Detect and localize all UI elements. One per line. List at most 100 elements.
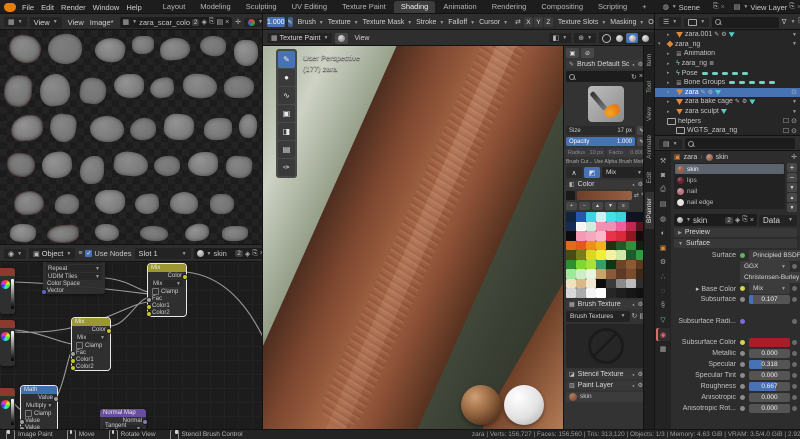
palette-color-swatch[interactable] xyxy=(596,250,606,260)
paint-mask-icon[interactable] xyxy=(335,33,348,44)
menu-edit[interactable]: Edit xyxy=(38,2,57,13)
sidebar-tab-tool[interactable]: Tool xyxy=(645,75,654,99)
tool-mask[interactable]: ▤ xyxy=(278,141,295,158)
brush-strength-slider[interactable]: 1.000 xyxy=(267,17,285,27)
exclude-checkbox[interactable]: ☐ xyxy=(783,127,789,135)
palette-color-swatch[interactable] xyxy=(626,279,636,289)
new-material-icon[interactable]: ⎘ xyxy=(742,216,748,224)
surface-panel-header[interactable]: ▼Surface xyxy=(674,239,797,248)
brush-size-slider[interactable]: Size17 px xyxy=(566,126,635,135)
sort-palette-button[interactable]: ≡ xyxy=(618,202,629,210)
matcap-sphere-brown[interactable] xyxy=(461,385,501,425)
paint-menu-texture[interactable]: Texture ▼ xyxy=(326,18,361,27)
properties-tab-object-data[interactable]: ▽ xyxy=(656,314,670,327)
tool-clone[interactable]: ▣ xyxy=(278,105,295,122)
palette-color-swatch[interactable] xyxy=(596,279,606,289)
expand-arrow-icon[interactable]: ▸ xyxy=(667,109,674,115)
fake-user-icon[interactable]: ◈ xyxy=(201,18,206,26)
panel-menu-texture-slots[interactable]: Texture Slots ▼ xyxy=(556,18,608,27)
workspace-tab-scripting[interactable]: Scripting xyxy=(591,1,634,13)
clear-icon[interactable]: × xyxy=(639,73,643,80)
palette-color-swatch[interactable] xyxy=(606,288,616,298)
brush-texture-panel-header[interactable]: ▦Brush Texture●⚙ xyxy=(566,300,646,309)
palette-color-swatch[interactable] xyxy=(626,269,636,279)
node-checkbox[interactable]: Clamp xyxy=(148,288,186,295)
node-header[interactable]: Mix xyxy=(148,264,186,272)
menu-view[interactable]: View xyxy=(65,17,87,28)
uv-image-canvas[interactable] xyxy=(0,30,263,245)
outliner-row-helpers[interactable]: helpers☐⊙ xyxy=(655,116,800,126)
slot-move-down-button[interactable]: ▼ xyxy=(787,203,797,212)
workspace-tab-animation[interactable]: Animation xyxy=(436,1,483,13)
node-checkbox[interactable]: Clamp xyxy=(21,410,57,417)
properties-search-input[interactable] xyxy=(685,138,795,149)
paint-menu-cursor[interactable]: Cursor ▼ xyxy=(477,18,510,27)
palette-color-swatch[interactable] xyxy=(616,260,626,270)
palette-color-swatch[interactable] xyxy=(566,212,576,222)
outliner-row-zara-001[interactable]: ▸zara.001✎⚙▼ xyxy=(655,30,800,40)
checkbox[interactable] xyxy=(76,342,83,349)
editor-type-dropdown[interactable]: ▦▼ xyxy=(4,17,27,27)
menu-file[interactable]: File xyxy=(19,2,37,13)
brush-panel-header[interactable]: ✎Brush Default Soft●⚙ xyxy=(566,60,646,69)
palette-color-swatch[interactable] xyxy=(566,269,576,279)
properties-tab-scene[interactable]: ◍ xyxy=(656,212,670,225)
animate-dot[interactable] xyxy=(792,362,797,367)
checkbox[interactable] xyxy=(25,410,32,417)
pin-icon[interactable]: ✛ xyxy=(791,153,797,161)
properties-tab-view-layer[interactable]: ▤ xyxy=(656,198,670,211)
expand-arrow-icon[interactable]: ▸ xyxy=(667,70,674,76)
palette-color-swatch[interactable] xyxy=(566,231,576,241)
palette-color-swatch[interactable] xyxy=(586,250,596,260)
menu-image[interactable]: Image* xyxy=(87,17,117,28)
mix-rgb-node-lower[interactable]: MixColorMix▼ClampFacColor1Color2 xyxy=(72,318,110,370)
outliner-row-zara-bake-cage[interactable]: ▸zara bake cage✎⚙▼ xyxy=(655,97,800,107)
tool-fill[interactable]: ◨ xyxy=(278,123,295,140)
properties-tab-render[interactable]: ◙ xyxy=(656,169,670,182)
palette-color-swatch[interactable] xyxy=(596,241,606,251)
animate-dot[interactable] xyxy=(792,406,797,411)
sidebar-tab-item[interactable]: Item xyxy=(645,48,654,73)
palette-color-swatch[interactable] xyxy=(626,288,636,298)
open-image-icon[interactable]: ▤ xyxy=(216,18,223,26)
value-slider[interactable]: 0.000 xyxy=(749,371,790,380)
palette-color-swatch[interactable] xyxy=(586,241,596,251)
brush-factor-slider[interactable]: Facto0.800 xyxy=(607,148,646,157)
node-header[interactable]: Math xyxy=(21,386,57,394)
animate-dot[interactable] xyxy=(792,395,797,400)
shading-material-preview-button[interactable] xyxy=(626,33,638,43)
socket-value[interactable] xyxy=(53,396,59,402)
shader-button[interactable]: Principled BSDF xyxy=(749,250,800,261)
color-swatch[interactable] xyxy=(749,338,790,347)
palette-color-swatch[interactable] xyxy=(576,222,586,232)
value-slider[interactable]: 0.667 xyxy=(749,382,790,391)
enum-dropdown[interactable]: GGX▼ xyxy=(740,261,790,272)
texture-preview-none[interactable] xyxy=(566,324,646,368)
palette-color-swatch[interactable] xyxy=(576,269,586,279)
animate-dot[interactable] xyxy=(792,351,797,356)
color-wheel[interactable] xyxy=(1,332,10,341)
material-datablock[interactable]: ▼ skin 2 ◈ ⎘ × xyxy=(674,214,757,226)
palette-color-swatch[interactable] xyxy=(616,241,626,251)
slot-dropdown[interactable]: Slot 1▼ xyxy=(135,248,191,259)
add-color-button[interactable]: + xyxy=(566,202,577,210)
socket-dot[interactable] xyxy=(740,384,745,389)
node-dropdown[interactable]: Mix▼ xyxy=(151,280,183,287)
image-texture-node[interactable]: Linear▼Flat▼Repeat▼UDIM Tiles▼Color Spac… xyxy=(43,262,105,294)
symmetry-x-toggle[interactable]: X xyxy=(524,17,533,27)
visibility-eye-icon[interactable]: ⊙ xyxy=(791,127,797,135)
palette-color-swatch[interactable] xyxy=(586,279,596,289)
stencil-toggle-icon[interactable]: ▣ xyxy=(566,48,579,58)
expand-arrow-icon[interactable]: ▸ xyxy=(667,32,674,38)
palette-color-swatch[interactable] xyxy=(606,231,616,241)
matcap-sphere-white[interactable] xyxy=(504,385,544,425)
tool-annotate[interactable]: ✑ xyxy=(278,159,295,176)
palette-color-swatch[interactable] xyxy=(616,279,626,289)
expand-arrow-icon[interactable]: ▸ xyxy=(667,61,674,67)
node-checkbox[interactable]: Clamp xyxy=(72,342,110,349)
color-wheel[interactable] xyxy=(1,280,10,289)
sidebar-tab-view[interactable]: View xyxy=(645,101,654,127)
properties-tab-material[interactable]: ◉ xyxy=(656,328,670,341)
expand-arrow-icon[interactable]: ▸ xyxy=(667,89,674,95)
palette-color-swatch[interactable] xyxy=(586,231,596,241)
